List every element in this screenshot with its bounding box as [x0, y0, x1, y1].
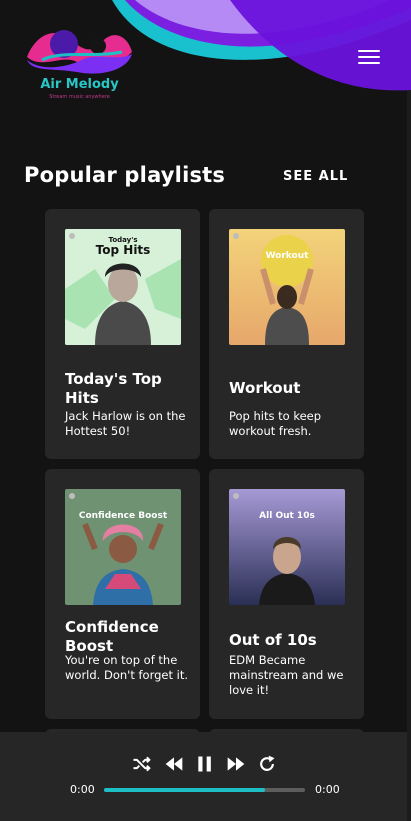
previous-button[interactable] [164, 754, 186, 776]
total-time: 0:00 [315, 783, 340, 796]
playlist-description: You're on top of the world. Don't forget… [65, 653, 188, 682]
brand-name: Air Melody [40, 77, 119, 92]
progress-fill [104, 788, 265, 792]
app-logo[interactable]: Air Melody Stream music anywhere [22, 22, 137, 106]
cover-text: Confidence Boost [78, 511, 168, 521]
previous-icon [165, 757, 183, 771]
next-button[interactable] [226, 754, 248, 776]
cover-text: All Out 10s [259, 511, 315, 521]
playlist-card-confidence-boost[interactable]: Confidence Boost Confidence Boost You're… [45, 469, 200, 719]
playlist-cover-out-of-10s: All Out 10s [229, 489, 345, 605]
playlist-title: Today's Top Hits [65, 370, 162, 407]
shuffle-button[interactable] [131, 754, 153, 776]
progress-bar[interactable] [104, 788, 305, 792]
playlist-description: Pop hits to keep workout fresh. [229, 409, 322, 438]
playlist-cover-confidence-boost: Confidence Boost [65, 489, 181, 605]
section-title: Popular playlists [24, 163, 226, 187]
page-scrollbar[interactable] [407, 0, 411, 821]
playlist-description: EDM Became mainstream and we love it! [229, 653, 344, 697]
playlist-description: Jack Harlow is on the Hottest 50! [65, 409, 186, 438]
brand-tagline: Stream music anywhere [49, 94, 110, 100]
playlist-card-workout[interactable]: Workout Workout Pop hits to keep workout… [209, 209, 364, 459]
playlist-cover-workout: Workout [229, 229, 345, 345]
next-icon [227, 757, 245, 771]
pause-button[interactable] [195, 754, 217, 776]
player-bar: 0:00 0:00 [0, 732, 407, 821]
shuffle-icon [133, 756, 151, 772]
repeat-icon [260, 755, 275, 771]
playlist-card-todays-top-hits[interactable]: Today's Top Hits Today's Top Hits Jack H… [45, 209, 200, 459]
pause-icon [198, 756, 211, 772]
playlist-card-out-of-10s[interactable]: All Out 10s Out of 10s EDM Became mainst… [209, 469, 364, 719]
see-all-link[interactable]: SEE ALL [283, 169, 348, 184]
current-time: 0:00 [70, 783, 95, 796]
playlist-title: Out of 10s [229, 631, 317, 649]
repeat-button[interactable] [257, 754, 279, 776]
menu-button[interactable] [358, 46, 382, 70]
cover-text-line2: Top Hits [95, 243, 151, 257]
cover-text: Workout [265, 251, 309, 261]
playlist-cover-todays-top-hits: Today's Top Hits [65, 229, 181, 345]
playlist-title: Confidence Boost [65, 618, 159, 655]
menu-icon [358, 50, 382, 64]
playlist-title: Workout [229, 379, 301, 397]
